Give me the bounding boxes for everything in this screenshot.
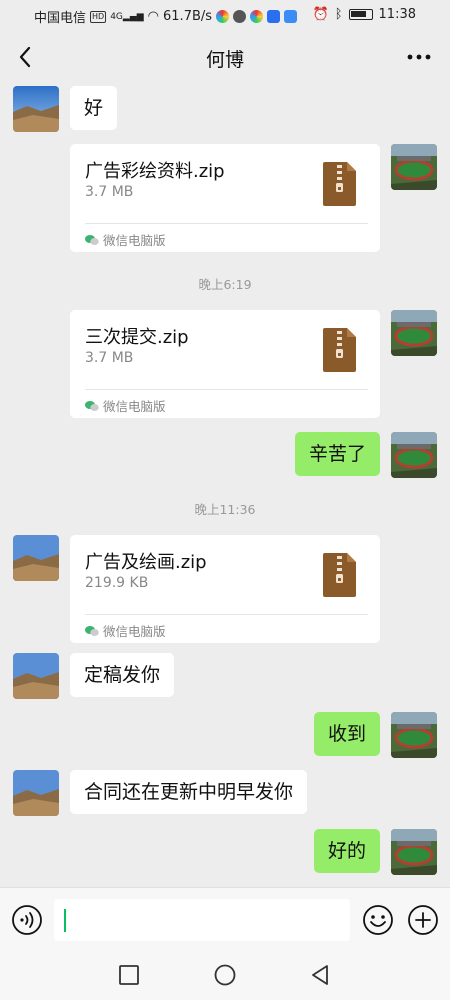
hd-badge: HD (90, 10, 107, 23)
zip-file-icon (323, 328, 356, 372)
file-name: 广告彩绘资料.zip (85, 161, 225, 182)
system-nav-bar (0, 951, 450, 1000)
speed-label: 61.7B/s (163, 9, 213, 24)
message-bubble[interactable]: 好的 (314, 829, 381, 873)
message-bubble[interactable]: 辛苦了 (295, 432, 381, 476)
network-label: 4G (110, 11, 123, 22)
message-bubble[interactable]: 定稿发你 (70, 653, 175, 697)
timestamp: 晚上6:19 (198, 277, 252, 292)
app-icon-4 (267, 10, 281, 23)
message-bubble[interactable]: 合同还在更新中明早发你 (70, 770, 308, 814)
file-message[interactable]: 广告彩绘资料.zip 3.7 MB 微信电脑版 (70, 144, 380, 252)
divider (85, 223, 368, 224)
app-icon-1 (216, 10, 230, 23)
my-avatar[interactable] (391, 432, 437, 478)
battery-icon (348, 9, 373, 20)
message-list[interactable]: 好 广告彩绘资料.zip 3.7 MB 微信电脑版 晚上6:19 三次提交.zi… (0, 82, 450, 887)
file-message[interactable]: 广告及绘画.zip 219.9 KB 微信电脑版 (70, 535, 380, 643)
file-name: 广告及绘画.zip (85, 552, 207, 573)
emoji-icon (363, 905, 393, 935)
file-source-label: 微信电脑版 (103, 399, 166, 414)
file-source: 微信电脑版 (85, 230, 166, 249)
nav-circle-icon (214, 964, 236, 986)
clock: 11:38 (378, 7, 416, 22)
message-bubble[interactable]: 收到 (314, 712, 381, 756)
file-source-label: 微信电脑版 (103, 624, 166, 639)
file-source: 微信电脑版 (85, 396, 166, 415)
voice-button[interactable] (11, 904, 43, 936)
home-button[interactable] (213, 963, 237, 987)
file-size: 219.9 KB (85, 575, 149, 591)
app-icon-3 (250, 10, 264, 23)
file-name: 三次提交.zip (85, 327, 189, 348)
app-icon-5 (284, 10, 298, 23)
zip-file-icon (323, 553, 356, 597)
wifi-icon: ◠ (147, 9, 160, 24)
timestamp: 晚上11:36 (194, 502, 256, 517)
status-bar: 中国电信 HD 4G▂▄▆ ◠ 61.7B/s ⏰ ᛒ 11:38 (0, 0, 450, 32)
contact-avatar[interactable] (13, 86, 59, 132)
more-button[interactable] (402, 42, 436, 72)
my-avatar[interactable] (391, 310, 437, 356)
app-icon-2 (233, 10, 247, 23)
plus-icon (408, 905, 438, 935)
nav-square-icon (119, 965, 139, 985)
my-avatar[interactable] (391, 829, 437, 875)
message-bubble[interactable]: 好 (70, 86, 118, 130)
nav-triangle-icon (312, 965, 328, 985)
signal-icon: 4G▂▄▆ (110, 11, 144, 22)
my-avatar[interactable] (391, 712, 437, 758)
file-size: 3.7 MB (85, 184, 134, 200)
wechat-pc-icon (85, 625, 99, 636)
plus-button[interactable] (407, 904, 439, 936)
wechat-pc-icon (85, 400, 99, 411)
file-source: 微信电脑版 (85, 621, 166, 640)
contact-avatar[interactable] (13, 535, 59, 581)
wechat-pc-icon (85, 234, 99, 245)
file-source-label: 微信电脑版 (103, 233, 166, 248)
bluetooth-icon: ᛒ (334, 7, 343, 22)
file-size: 3.7 MB (85, 350, 134, 366)
divider (85, 614, 368, 615)
my-avatar[interactable] (391, 144, 437, 190)
contact-avatar[interactable] (13, 653, 59, 699)
text-caret (64, 909, 66, 932)
emoji-button[interactable] (362, 904, 394, 936)
recents-button[interactable] (117, 963, 141, 987)
chat-header: 何博 (0, 32, 450, 82)
more-icon (407, 54, 431, 60)
alarm-icon: ⏰ (312, 7, 329, 22)
message-input[interactable] (54, 899, 350, 941)
chat-title: 何博 (205, 49, 244, 71)
voice-icon (12, 905, 42, 935)
zip-file-icon (323, 162, 356, 206)
divider (85, 389, 368, 390)
contact-avatar[interactable] (13, 770, 59, 816)
input-bar (0, 887, 450, 951)
file-message[interactable]: 三次提交.zip 3.7 MB 微信电脑版 (70, 310, 380, 418)
carrier-label: 中国电信 (34, 11, 87, 26)
back-nav-button[interactable] (308, 963, 332, 987)
